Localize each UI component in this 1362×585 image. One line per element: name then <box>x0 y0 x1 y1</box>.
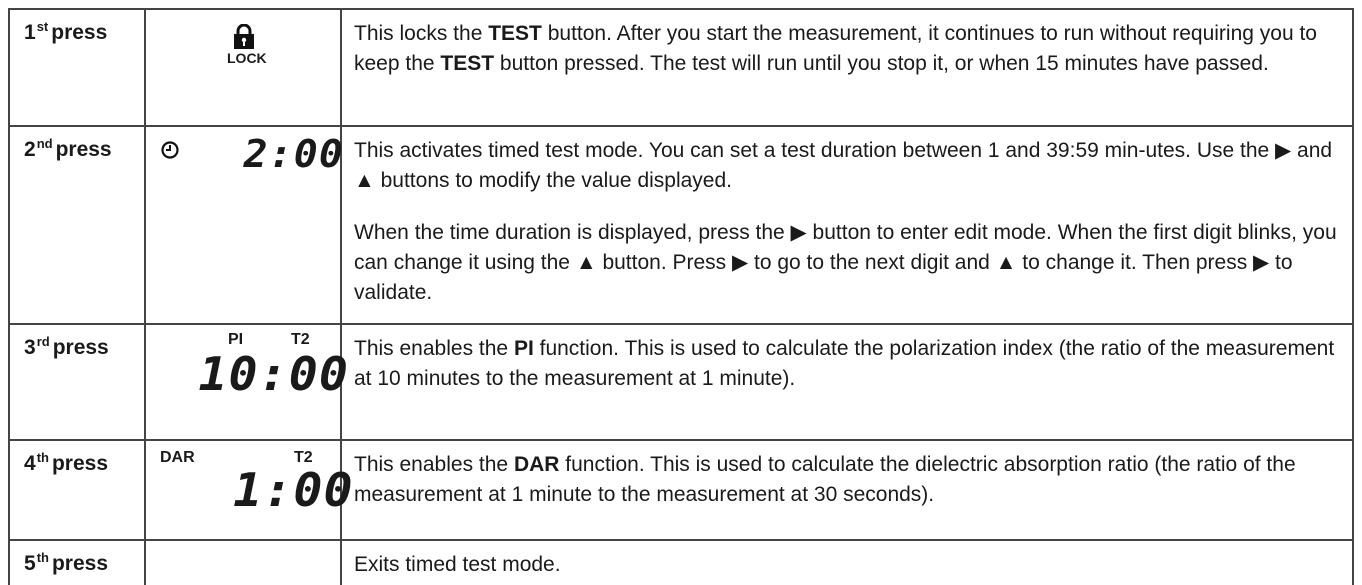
lock-label: LOCK <box>227 50 267 66</box>
text-run: This enables the <box>354 337 514 360</box>
press-function-table: 1st press LOCK This locks the TEST button… <box>8 8 1354 585</box>
description-text: When the time duration is displayed, pre… <box>354 221 1337 304</box>
description-text: This enables the PI function. This is us… <box>354 334 1338 394</box>
press-cell: 3rd press <box>10 325 146 439</box>
display-cell: LOCK <box>146 10 342 125</box>
table-row: 2nd press 2:00 This activates timed test … <box>10 127 1352 325</box>
press-number: 5 <box>24 552 36 575</box>
bold-term: TEST <box>440 52 495 75</box>
display-cell <box>146 541 342 585</box>
description-text: This activates timed test mode. You can … <box>354 139 1333 192</box>
bold-term: PI <box>513 337 534 360</box>
description-cell: This locks the TEST button. After you st… <box>342 10 1352 125</box>
press-word: press <box>52 336 109 359</box>
press-ordinal: rd <box>36 334 50 349</box>
text-run: button pressed. The test will run until … <box>494 52 1269 75</box>
timer-display: 10:00 <box>198 347 350 401</box>
description-text: This enables the DAR function. This is u… <box>354 450 1338 510</box>
lock-icon <box>234 24 254 49</box>
press-cell: 2nd press <box>10 127 146 323</box>
press-ordinal: st <box>36 19 49 34</box>
bold-term: DAR <box>513 453 560 476</box>
display-cell: 2:00 <box>146 127 344 323</box>
display-cell: DAR T2 1:00 <box>146 441 353 539</box>
press-number: 1 <box>24 21 36 44</box>
press-ordinal: th <box>36 450 49 465</box>
press-cell: 5th press <box>10 541 146 585</box>
description-cell: This activates timed test mode. You can … <box>342 127 1352 323</box>
description-cell: This enables the PI function. This is us… <box>342 325 1352 439</box>
bold-term: TEST <box>488 22 542 45</box>
text-run: This enables the <box>354 453 514 476</box>
clock-icon <box>161 141 179 159</box>
press-number: 3 <box>24 336 36 359</box>
text-run: This locks the <box>354 22 489 45</box>
dar-indicator: DAR <box>160 449 195 466</box>
press-word: press <box>51 452 109 475</box>
table-row: 5th press Exits timed test mode. <box>10 541 1352 585</box>
press-number: 4 <box>24 452 36 475</box>
press-cell: 4th press <box>10 441 146 539</box>
press-number: 2 <box>24 138 36 161</box>
description-text: Exits timed test mode. <box>354 553 561 576</box>
description-cell: Exits timed test mode. <box>342 541 1352 585</box>
description-text: This locks the TEST button. After you st… <box>354 19 1338 79</box>
press-word: press <box>55 138 112 161</box>
table-row: 1st press LOCK This locks the TEST button… <box>10 10 1352 127</box>
press-ordinal: nd <box>36 136 53 151</box>
press-ordinal: th <box>36 550 49 565</box>
display-cell: PI T2 10:00 <box>146 325 348 439</box>
timer-display: 1:00 <box>233 463 354 517</box>
table-row: 3rd press PI T2 10:00 This enables the PI… <box>10 325 1352 441</box>
description-cell: This enables the DAR function. This is u… <box>342 441 1352 539</box>
table-row: 4th press DAR T2 1:00 This enables the DA… <box>10 441 1352 541</box>
press-word: press <box>51 552 109 575</box>
timer-display: 2:00 <box>243 132 344 176</box>
press-cell: 1st press <box>10 10 146 125</box>
press-word: press <box>51 21 108 44</box>
